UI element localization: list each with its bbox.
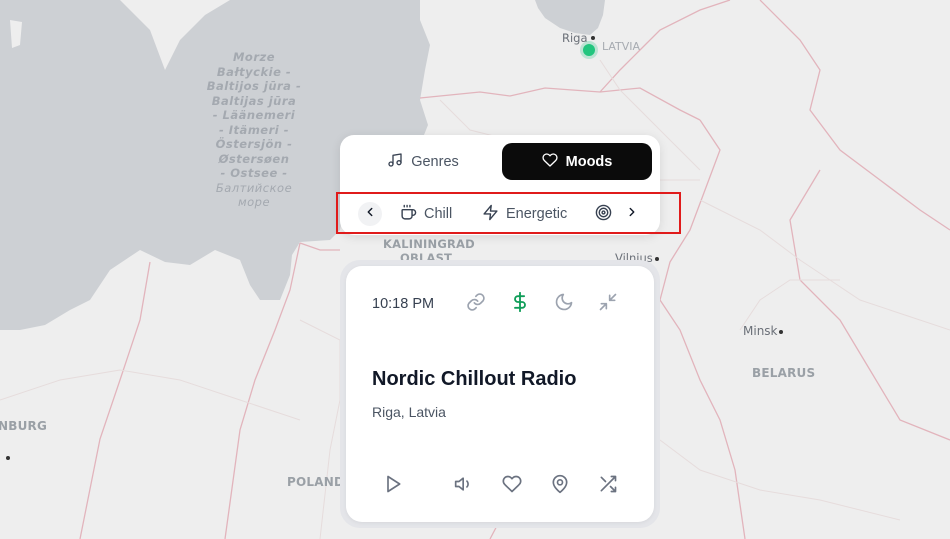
tab-genres-label: Genres — [411, 153, 459, 170]
favorite-button[interactable] — [499, 473, 525, 499]
local-time: 10:18 PM — [372, 296, 435, 312]
lightning-icon — [482, 204, 499, 225]
minimize-button[interactable] — [596, 292, 620, 316]
city-dot — [6, 456, 10, 460]
country-label-poland: POLAND — [287, 475, 345, 489]
sea-label-line: Baltijas jūra — [211, 93, 297, 108]
baltic-sea-label: Morze Bałtyckie - Baltijos jūra - Baltij… — [196, 50, 312, 210]
tab-genres[interactable]: Genres — [350, 143, 496, 180]
country-label-latvia: LATVIA — [602, 40, 641, 53]
tab-moods[interactable]: Moods — [502, 143, 652, 180]
station-location: Riga, Latvia — [372, 404, 446, 420]
mood-chip-energetic[interactable]: Energetic — [482, 203, 567, 225]
city-dot-riga — [591, 36, 595, 40]
play-button[interactable] — [380, 473, 406, 499]
chevron-left-icon — [363, 205, 377, 224]
sea-label-line: Östersjön - — [215, 137, 293, 151]
sea-label-line: - Ostsee - — [220, 166, 288, 180]
region-label-burg: NBURG — [0, 419, 48, 433]
music-note-icon — [387, 152, 403, 172]
sea-label-line: Baltijos jūra - — [206, 79, 302, 93]
shuffle-button[interactable] — [595, 473, 621, 499]
donate-button[interactable] — [508, 291, 532, 317]
mood-next-button[interactable] — [620, 202, 644, 226]
link-icon — [466, 292, 486, 317]
heart-icon — [542, 152, 558, 172]
city-label-minsk: Minsk — [743, 324, 778, 338]
moon-icon — [554, 292, 574, 317]
coffee-cup-icon — [400, 204, 417, 225]
sea-label-line: - Itämeri - — [219, 122, 289, 137]
city-dot-minsk — [779, 330, 783, 334]
mood-selector: Chill Energetic — [336, 192, 681, 234]
mood-chip-focus[interactable] — [595, 203, 612, 225]
volume-icon — [454, 474, 474, 499]
sea-label-line: Østersøen — [218, 151, 290, 166]
sea-label-line: море — [237, 195, 271, 209]
country-label-belarus: BELARUS — [752, 366, 816, 380]
station-marker[interactable] — [580, 41, 598, 59]
target-icon — [595, 204, 612, 225]
sea-label-line: Балтийское — [215, 180, 293, 195]
chevron-right-icon — [625, 205, 639, 224]
mood-chip-chill[interactable]: Chill — [400, 203, 452, 225]
city-dot-vilnius — [655, 257, 659, 261]
sea-label-line: - Läänemeri — [212, 108, 296, 122]
mood-chip-label: Energetic — [506, 206, 568, 222]
sea-label-line: Bałtyckie - — [216, 64, 292, 79]
dollar-icon — [510, 291, 530, 317]
map-pin-icon — [550, 474, 570, 499]
region-label-kaliningrad: KALININGRAD — [383, 237, 475, 251]
heart-icon — [502, 474, 522, 499]
play-icon — [383, 474, 403, 499]
minimize-icon — [598, 292, 618, 317]
player-card: 10:18 PM Nordic Chillout Radio Riga, Lat… — [346, 266, 654, 522]
copy-link-button[interactable] — [464, 292, 488, 316]
mood-prev-button[interactable] — [358, 202, 382, 226]
dark-mode-button[interactable] — [552, 292, 576, 316]
station-name: Nordic Chillout Radio — [372, 368, 577, 390]
volume-button[interactable] — [451, 473, 477, 499]
mood-chip-label: Chill — [424, 206, 453, 222]
sea-label-line: Morze — [232, 50, 275, 64]
tab-moods-label: Moods — [565, 153, 613, 170]
shuffle-icon — [598, 474, 618, 499]
locate-station-button[interactable] — [547, 473, 573, 499]
